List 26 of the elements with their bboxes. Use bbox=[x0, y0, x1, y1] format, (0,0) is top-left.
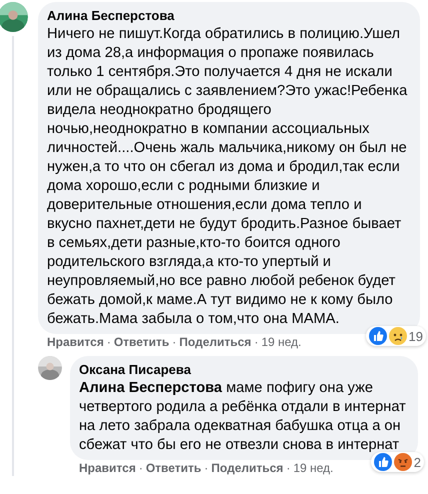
separator-dot: · bbox=[106, 335, 111, 350]
timestamp: 19 нед. bbox=[261, 335, 302, 350]
separator-dot: · bbox=[172, 335, 176, 350]
reactions-badge[interactable]: 2 bbox=[370, 452, 424, 472]
like-icon bbox=[368, 327, 387, 345]
reactions-badge[interactable]: 19 bbox=[366, 326, 426, 346]
reaction-count: 2 bbox=[414, 454, 421, 470]
action-link[interactable]: Нравится bbox=[47, 335, 104, 350]
action-link[interactable]: Ответить bbox=[114, 335, 170, 350]
separator-dot: · bbox=[138, 461, 143, 476]
separator-dot: · bbox=[254, 335, 258, 350]
author-name: Алина Бесперстова bbox=[47, 7, 176, 24]
sad-face-icon bbox=[388, 327, 407, 345]
separator-dot: · bbox=[204, 461, 208, 476]
action-link[interactable]: Поделиться bbox=[179, 335, 252, 350]
comment-text: Алина Бесперстова маме пофигу она уже четвертого родила а ребёнка отдали в интернат на лето забрала одекватная бабушка отца а он сбежат что бы его не отвезли снова в интернат bbox=[79, 379, 407, 455]
comment-text: Ничего не пишут.Когда обратились в полицию.Ушел из дома 28,а информация о пропаже появилась только 1 сентября.Это получается 4 дня не искали или не обращались с заявлением?Это ужас!Ребенка видела неоднократно бродящего ночью,неоднократно в компании ассоциальных личностей....Очень жаль мальчика,никому он был не нужен,а то что он сбегал из дома и бродил,так если дома хорошо,если с родными близкие и доверительные отношения,если дома тепло и вкусно пахнет,дети не будут бродить.Разное бывает в семьях,дети разные,кто-то боится одного родительского взгляда,а кто-то упертый и неупровляемый,но все равно любой ребенок будет бежать домой,к маме.А тут видимо не к кому было бежать.Мама забыла о том,что она МАМА. bbox=[47, 25, 408, 329]
action-link[interactable]: Ответить bbox=[146, 461, 202, 476]
like-icon bbox=[374, 453, 392, 471]
action-link[interactable]: Нравится bbox=[79, 461, 136, 476]
action-link[interactable]: Поделиться bbox=[211, 461, 284, 476]
timestamp: 19 нед. bbox=[293, 461, 334, 476]
author-name: Оксана Писарева bbox=[79, 361, 192, 378]
reaction-count: 19 bbox=[408, 328, 423, 344]
angry-face-icon bbox=[394, 453, 412, 471]
separator-dot: · bbox=[286, 461, 290, 476]
